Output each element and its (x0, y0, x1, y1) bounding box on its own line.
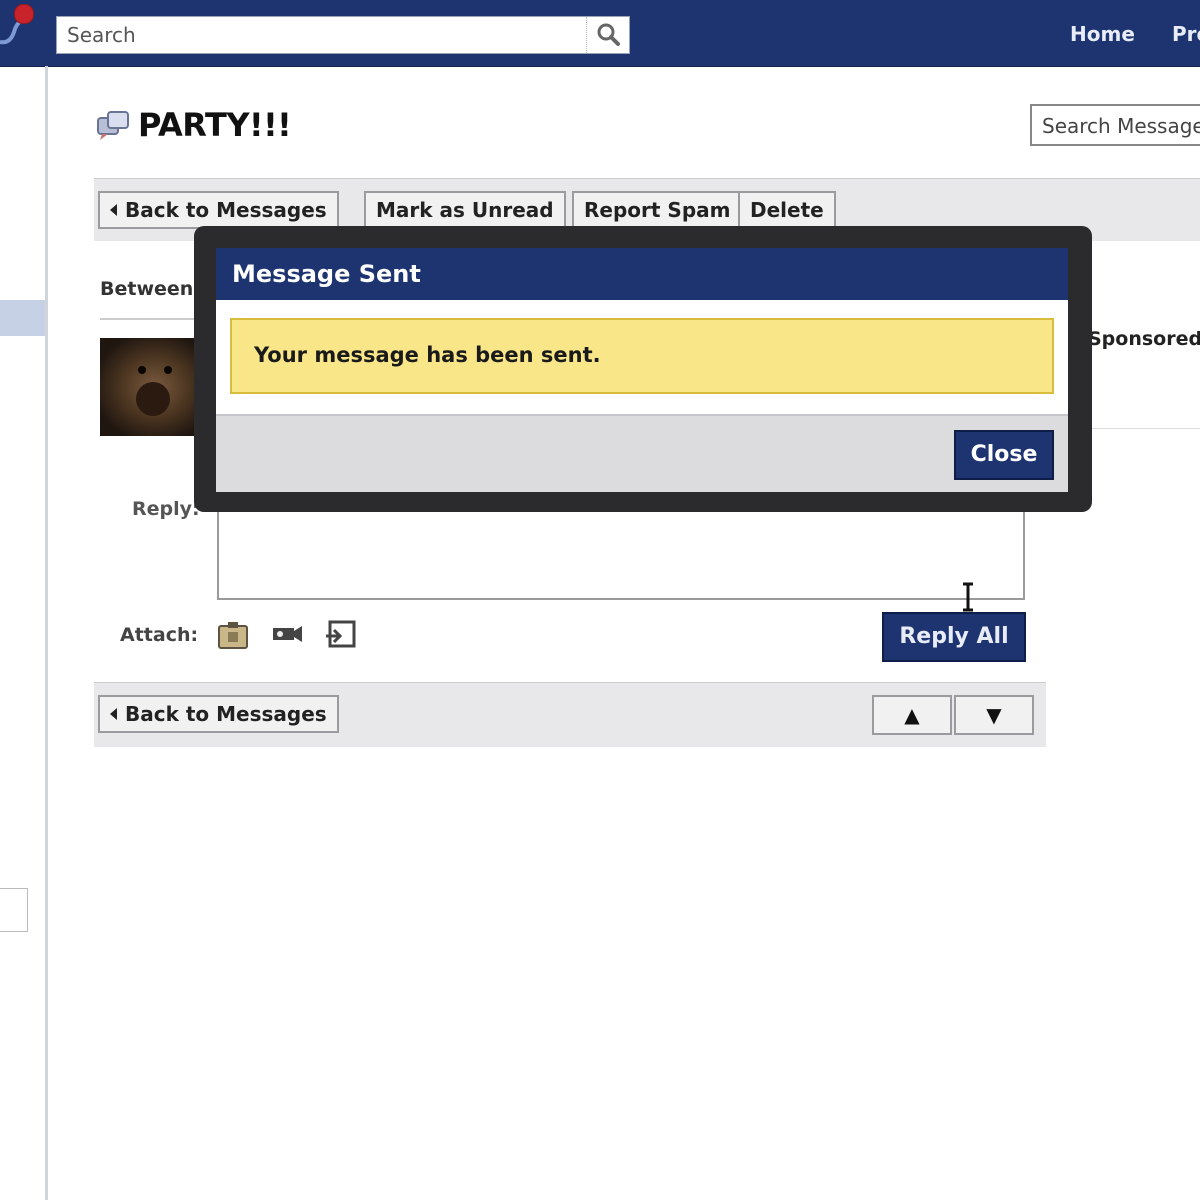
divider (100, 318, 200, 320)
sponsored-heading: Sponsored (1088, 328, 1200, 350)
previous-message-button[interactable]: ▲ (872, 695, 952, 735)
video-icon[interactable] (270, 618, 304, 650)
chevron-left-icon (110, 707, 117, 720)
close-button[interactable]: Close (954, 430, 1054, 480)
back-to-messages-bottom-button[interactable]: Back to Messages (98, 695, 339, 733)
delete-button[interactable]: Delete (738, 191, 836, 229)
conversation-icon (97, 111, 129, 140)
notification-badge[interactable] (14, 4, 34, 24)
search-input[interactable] (57, 17, 587, 53)
back-to-messages-label: Back to Messages (125, 198, 327, 222)
bottom-toolbar: Back to Messages ▲ ▼ (94, 682, 1046, 747)
back-to-messages-label: Back to Messages (125, 702, 327, 726)
search-messages-input[interactable]: Search Messages (1030, 104, 1200, 146)
back-to-messages-button[interactable]: Back to Messages (98, 191, 339, 229)
nav-home-link[interactable]: Home (1070, 22, 1135, 46)
left-sidebar-input[interactable] (0, 888, 28, 932)
left-sidebar-selected-item[interactable] (0, 300, 45, 336)
between-label: Between (100, 278, 194, 300)
dialog-body: Message Sent Your message has been sent.… (216, 248, 1068, 492)
sender-avatar[interactable] (100, 338, 200, 436)
photo-icon[interactable] (216, 618, 250, 650)
attach-label: Attach: (120, 624, 199, 646)
global-search-box (56, 16, 630, 54)
text-cursor-icon (963, 582, 973, 612)
mark-as-unread-button[interactable]: Mark as Unread (364, 191, 566, 229)
top-navigation-bar: Home Pro (0, 0, 1200, 67)
dialog-footer: Close (216, 414, 1068, 492)
chevron-left-icon (110, 203, 117, 216)
left-column-divider (45, 66, 48, 1200)
report-spam-button[interactable]: Report Spam (572, 191, 743, 229)
reply-all-button[interactable]: Reply All (882, 612, 1026, 662)
message-thread-title: PARTY!!! (138, 106, 292, 144)
search-icon (597, 23, 620, 46)
dialog-title: Message Sent (216, 248, 1068, 300)
reply-label: Reply: (132, 498, 200, 520)
reply-textarea[interactable] (217, 510, 1025, 600)
next-message-button[interactable]: ▼ (954, 695, 1034, 735)
share-link-icon[interactable] (324, 618, 358, 650)
search-button[interactable] (586, 17, 629, 53)
message-sent-dialog: Message Sent Your message has been sent.… (194, 226, 1092, 512)
divider (1084, 428, 1200, 429)
nav-profile-link[interactable]: Pro (1172, 22, 1200, 46)
success-notice: Your message has been sent. (230, 318, 1054, 394)
